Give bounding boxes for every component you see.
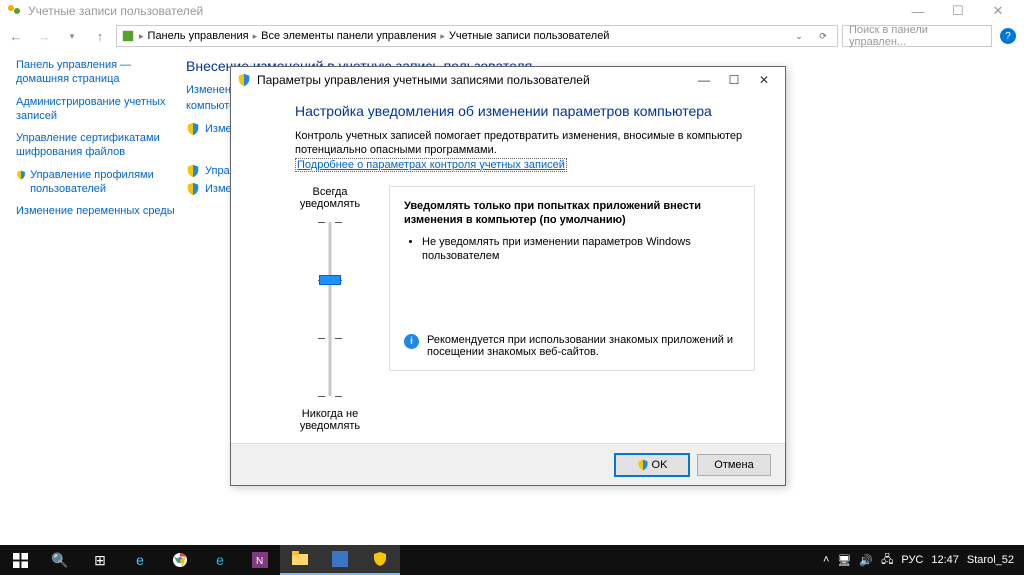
search-icon[interactable]: 🔍 [40, 545, 80, 575]
dialog-body: Настройка уведомления об изменении парам… [231, 93, 785, 443]
slider-column: Всегда уведомлять Никогда не уведомлять [295, 186, 365, 432]
dialog-more-link[interactable]: Подробнее о параметрах контроля учетных … [295, 158, 567, 172]
chevron-right-icon: ▸ [440, 31, 445, 42]
dialog-maximize[interactable]: ☐ [719, 73, 749, 87]
shield-icon [186, 164, 200, 178]
onenote-icon[interactable]: N [240, 545, 280, 575]
dialog-description: Контроль учетных записей помогает предот… [295, 129, 755, 158]
tray-chevron-icon[interactable]: ˄ [823, 554, 829, 566]
uac-slider[interactable] [316, 216, 344, 402]
taskbar: 🔍 ⊞ e e N ˄ 🖥 🔊 🖧 РУС 12:47 Starol_52 [0, 545, 1024, 575]
dialog-heading: Настройка уведомления об изменении парам… [295, 103, 755, 119]
maximize-button[interactable]: ☐ [938, 3, 978, 19]
slider-area: Всегда уведомлять Никогда не уведомлять … [295, 186, 755, 432]
sidebar-home-link[interactable]: Панель управления — домашняя страница [16, 58, 176, 87]
info-icon: i [404, 334, 419, 349]
recent-button[interactable]: ▾ [60, 24, 84, 48]
control-panel-icon [121, 29, 135, 43]
taskview-icon[interactable]: ⊞ [80, 545, 120, 575]
slider-label-bottom: Никогда не уведомлять [295, 408, 365, 432]
ok-label: OK [652, 459, 668, 471]
info-column: Уведомлять только при попытках приложени… [389, 186, 755, 432]
breadcrumb-item[interactable]: Все элементы панели управления [261, 30, 436, 42]
refresh-button[interactable]: ⟳ [813, 31, 833, 42]
tray-network-icon[interactable]: 🖧 [881, 551, 893, 570]
window-titlebar: Учетные записи пользователей — ☐ ✕ [0, 0, 1024, 22]
ie-icon[interactable]: e [200, 545, 240, 575]
up-button[interactable]: ↑ [88, 24, 112, 48]
tray-monitor-icon[interactable]: 🖥 [837, 554, 851, 567]
sidebar-cert-encryption[interactable]: Управление сертификатами шифрования файл… [16, 131, 176, 160]
sidebar-env-vars[interactable]: Изменение переменных среды [16, 204, 176, 218]
sidebar: Панель управления — домашняя страница Ад… [16, 58, 176, 227]
sidebar-item-label: Управление профилями пользователей [30, 168, 176, 197]
breadcrumb-item[interactable]: Панель управления [148, 30, 249, 42]
back-button[interactable]: ← [4, 24, 28, 48]
shield-icon [16, 168, 26, 182]
sidebar-manage-accounts[interactable]: Администрирование учетных записей [16, 95, 176, 124]
tray-user[interactable]: Starol_52 [967, 554, 1014, 566]
ok-button[interactable]: OK [615, 454, 689, 476]
tray-volume-icon[interactable]: 🔊 [859, 554, 873, 567]
slider-label-top: Всегда уведомлять [295, 186, 365, 210]
help-icon[interactable]: ? [1000, 28, 1016, 44]
tray-time[interactable]: 12:47 [931, 554, 959, 566]
info-title: Уведомлять только при попытках приложени… [404, 199, 740, 228]
uac-dialog: Параметры управления учетными записями п… [230, 66, 786, 486]
dialog-titlebar: Параметры управления учетными записями п… [231, 67, 785, 93]
dialog-footer: OK Отмена [231, 443, 785, 485]
info-box: Уведомлять только при попытках приложени… [389, 186, 755, 371]
dialog-minimize[interactable]: — [689, 73, 719, 87]
edge-icon[interactable]: e [120, 545, 160, 575]
forward-button: → [32, 24, 56, 48]
slider-thumb[interactable] [319, 275, 341, 285]
shield-icon [186, 182, 200, 196]
info-bullet: Не уведомлять при изменении параметров W… [422, 235, 740, 264]
system-tray[interactable]: ˄ 🖥 🔊 🖧 РУС 12:47 Starol_52 [813, 551, 1024, 570]
sidebar-profiles[interactable]: Управление профилями пользователей [16, 168, 176, 197]
uac-icon[interactable] [360, 545, 400, 575]
address-bar[interactable]: ▸ Панель управления ▸ Все элементы панел… [116, 25, 838, 47]
window-title: Учетные записи пользователей [28, 4, 203, 18]
cancel-button[interactable]: Отмена [697, 454, 771, 476]
dialog-title: Параметры управления учетными записями п… [257, 73, 590, 87]
shield-icon [637, 459, 649, 471]
dialog-close[interactable]: ✕ [749, 73, 779, 87]
recommendation-text: Рекомендуется при использовании знакомых… [427, 334, 740, 358]
start-button[interactable] [0, 545, 40, 575]
shield-icon [186, 122, 200, 136]
chevron-right-icon: ▸ [253, 31, 258, 42]
search-input[interactable]: Поиск в панели управлен... [842, 25, 992, 47]
close-button[interactable]: ✕ [978, 3, 1018, 19]
breadcrumb-item[interactable]: Учетные записи пользователей [449, 30, 610, 42]
navbar: ← → ▾ ↑ ▸ Панель управления ▸ Все элемен… [0, 22, 1024, 50]
tray-lang[interactable]: РУС [901, 554, 923, 566]
minimize-button[interactable]: — [898, 4, 938, 19]
chevron-right-icon: ▸ [139, 31, 144, 42]
chrome-icon[interactable] [160, 545, 200, 575]
shield-icon [237, 73, 251, 87]
app-icon [6, 3, 22, 19]
panel-icon[interactable] [320, 545, 360, 575]
svg-text:N: N [256, 556, 263, 567]
explorer-icon[interactable] [280, 545, 320, 575]
address-dropdown[interactable]: ⌄ [789, 31, 809, 42]
